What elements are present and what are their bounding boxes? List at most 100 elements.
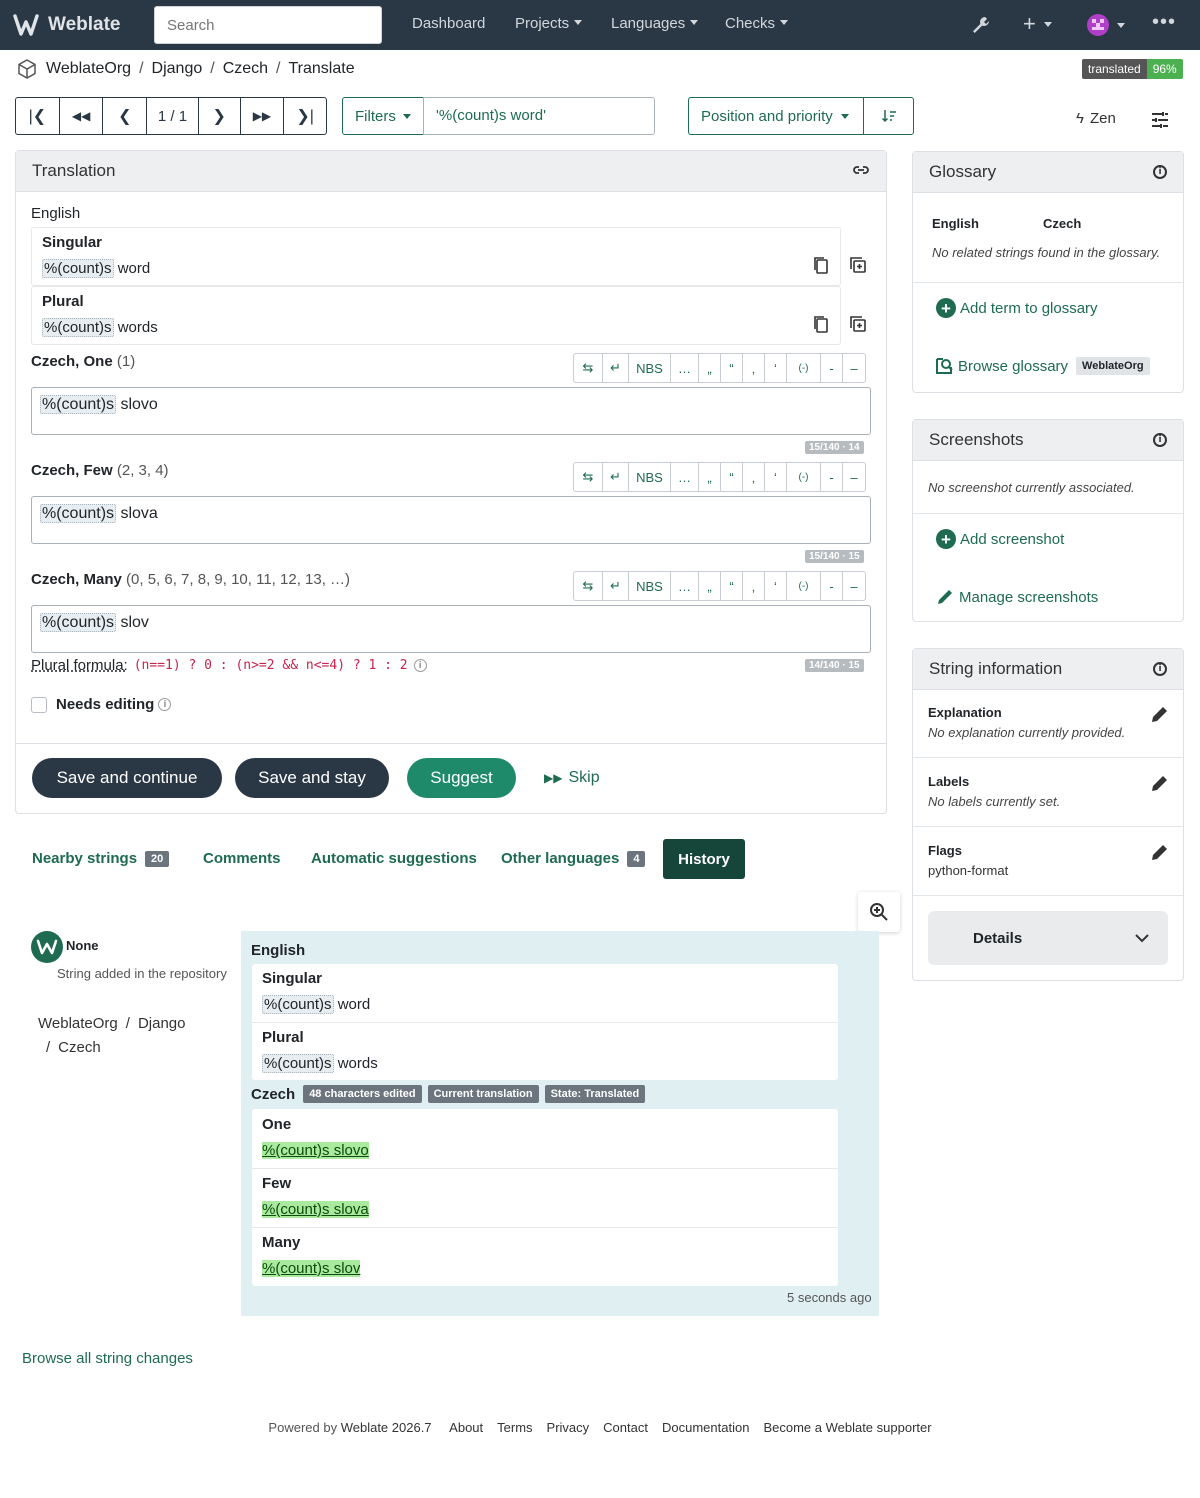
translation-textarea[interactable]: %(count)s slov	[31, 605, 871, 653]
insert-char-button[interactable]: (-)	[787, 463, 821, 491]
nav-dashboard[interactable]: Dashboard	[412, 15, 485, 32]
copy-plural-icon[interactable]	[812, 315, 830, 333]
copy-singular-icon[interactable]	[812, 256, 830, 274]
manage-screenshots-link[interactable]: Manage screenshots	[935, 587, 1098, 607]
insert-char-button[interactable]: –	[843, 572, 865, 600]
nav-projects[interactable]: Projects	[515, 15, 582, 32]
edit-explanation-icon[interactable]	[1150, 704, 1170, 724]
sort-dropdown[interactable]: Position and priority	[688, 97, 864, 135]
insert-char-button[interactable]: -	[821, 572, 843, 600]
insert-char-button[interactable]: ⇆	[574, 354, 603, 382]
translated-progress-badge[interactable]: translated 96%	[1082, 59, 1183, 79]
footer-link[interactable]: Contact	[603, 1420, 648, 1435]
save-stay-button[interactable]: Save and stay	[235, 758, 389, 798]
insert-char-button[interactable]: “	[721, 354, 743, 382]
wrench-icon[interactable]	[971, 15, 991, 35]
sort-direction-button[interactable]	[863, 97, 914, 135]
insert-char-button[interactable]: “	[721, 572, 743, 600]
history-path-project[interactable]: WeblateOrg	[38, 1015, 118, 1032]
footer-link[interactable]: Documentation	[662, 1420, 749, 1435]
insert-char-button[interactable]: …	[671, 463, 699, 491]
details-accordion[interactable]: Details	[928, 911, 1168, 965]
edit-flags-icon[interactable]	[1150, 842, 1170, 862]
browse-all-changes-link[interactable]: Browse all string changes	[22, 1350, 193, 1367]
needs-editing-label[interactable]: Needs editing	[56, 696, 154, 713]
tab-comments[interactable]: Comments	[203, 850, 281, 867]
history-path-component[interactable]: Django	[138, 1015, 186, 1032]
insert-char-button[interactable]: ↵	[603, 463, 629, 491]
add-term-to-glossary-link[interactable]: + Add term to glossary	[936, 298, 1098, 318]
insert-char-button[interactable]: ‚	[743, 572, 765, 600]
tab-automatic-suggestions[interactable]: Automatic suggestions	[311, 850, 477, 867]
insert-char-button[interactable]: „	[699, 572, 721, 600]
plural-info-icon[interactable]: i	[413, 659, 427, 672]
needs-editing-checkbox[interactable]	[31, 696, 47, 713]
insert-char-button[interactable]: -	[821, 463, 843, 491]
insert-char-button[interactable]: (-)	[787, 354, 821, 382]
edit-labels-icon[interactable]	[1150, 773, 1170, 793]
nav-checks[interactable]: Checks	[725, 15, 788, 32]
insert-char-button[interactable]: ↵	[603, 354, 629, 382]
translation-textarea[interactable]: %(count)s slovo	[31, 387, 871, 435]
insert-char-button[interactable]: ‘	[765, 354, 787, 382]
nav-languages[interactable]: Languages	[611, 15, 698, 32]
footer-link[interactable]: About	[449, 1420, 483, 1435]
tab-nearby-strings[interactable]: Nearby strings 20	[32, 850, 170, 867]
translation-textarea[interactable]: %(count)s slova	[31, 496, 871, 544]
glossary-info-icon[interactable]: i	[1153, 165, 1167, 179]
clone-plural-icon[interactable]	[849, 315, 867, 333]
insert-char-button[interactable]: ↵	[603, 572, 629, 600]
breadcrumb-project[interactable]: WeblateOrg	[46, 60, 131, 78]
insert-char-button[interactable]: “	[721, 463, 743, 491]
zoom-history-button[interactable]	[858, 892, 900, 932]
insert-char-button[interactable]: –	[843, 354, 865, 382]
insert-char-button[interactable]: „	[699, 354, 721, 382]
footer-link[interactable]: Privacy	[547, 1420, 590, 1435]
insert-char-button[interactable]: -	[821, 354, 843, 382]
settings-sliders-icon[interactable]	[1151, 111, 1169, 129]
save-continue-button[interactable]: Save and continue	[32, 758, 222, 798]
screenshots-info-icon[interactable]: i	[1153, 433, 1167, 447]
insert-char-button[interactable]: ‘	[765, 572, 787, 600]
insert-char-button[interactable]: …	[671, 354, 699, 382]
more-options-icon[interactable]: •••	[1152, 11, 1176, 34]
insert-char-button[interactable]: (-)	[787, 572, 821, 600]
insert-char-button[interactable]: NBS	[629, 354, 671, 382]
tab-other-languages[interactable]: Other languages 4	[501, 850, 646, 867]
footer-link[interactable]: Become a Weblate supporter	[763, 1420, 931, 1435]
string-info-icon[interactable]: i	[1153, 662, 1167, 676]
first-string-button[interactable]: |❮	[16, 98, 60, 134]
add-menu-icon[interactable]: +	[1023, 11, 1052, 37]
tab-history[interactable]: History	[663, 839, 745, 879]
insert-char-button[interactable]: ⇆	[574, 572, 603, 600]
zen-mode-button[interactable]: ϟ Zen	[1076, 110, 1116, 127]
footer-link[interactable]: Terms	[497, 1420, 532, 1435]
insert-char-button[interactable]: –	[843, 463, 865, 491]
add-screenshot-link[interactable]: + Add screenshot	[936, 529, 1064, 549]
previous-string-button[interactable]: ❮	[103, 98, 148, 134]
suggest-button[interactable]: Suggest	[407, 758, 516, 798]
search-query-input[interactable]: '%(count)s word'	[423, 97, 655, 135]
breadcrumb-language[interactable]: Czech	[223, 60, 268, 78]
insert-char-button[interactable]: ‚	[743, 463, 765, 491]
skip-button[interactable]: ▶▶ Skip	[544, 769, 600, 787]
permalink-icon[interactable]	[852, 161, 870, 179]
insert-char-button[interactable]: ‚	[743, 354, 765, 382]
brand-logo[interactable]: Weblate	[12, 12, 121, 38]
previous-page-button[interactable]: ◀◀	[60, 98, 104, 134]
insert-char-button[interactable]: „	[699, 463, 721, 491]
insert-char-button[interactable]: ‘	[765, 463, 787, 491]
browse-glossary-link[interactable]: Browse glossary WeblateOrg	[934, 356, 1150, 376]
next-page-button[interactable]: ▶▶	[241, 98, 285, 134]
insert-char-button[interactable]: NBS	[629, 572, 671, 600]
filters-dropdown[interactable]: Filters	[342, 97, 424, 135]
next-string-button[interactable]: ❯	[199, 98, 241, 134]
breadcrumb-component[interactable]: Django	[152, 60, 203, 78]
footer-version-link[interactable]: Weblate 2026.7	[341, 1420, 432, 1435]
insert-char-button[interactable]: ⇆	[574, 463, 603, 491]
needs-editing-info-icon[interactable]: i	[158, 698, 172, 711]
user-menu[interactable]	[1087, 14, 1125, 36]
insert-char-button[interactable]: …	[671, 572, 699, 600]
insert-char-button[interactable]: NBS	[629, 463, 671, 491]
search-input[interactable]	[154, 6, 382, 44]
